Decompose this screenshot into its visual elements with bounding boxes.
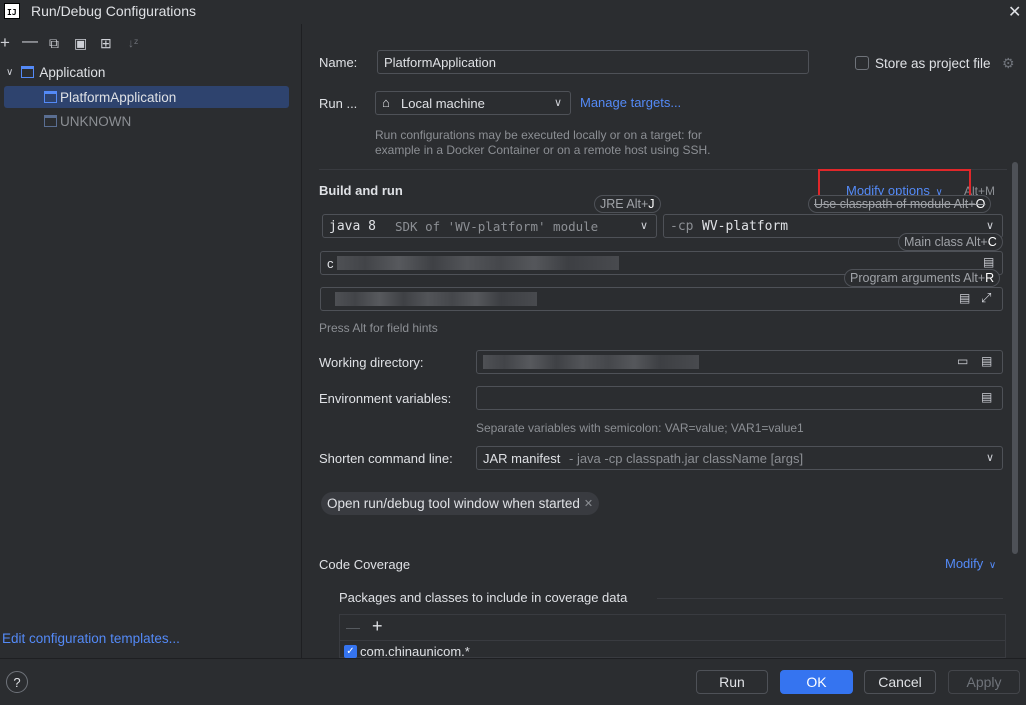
working-dir-label: Working directory: (319, 355, 424, 370)
run-button[interactable]: Run (696, 670, 768, 694)
shorten-value: JAR manifest (483, 451, 561, 466)
run-on-label: Run ... (319, 96, 358, 111)
program-args-hint: Program arguments Alt+R (844, 269, 1001, 287)
env-hint: Separate variables with semicolon: VAR=v… (476, 421, 804, 435)
run-config-icon (44, 91, 57, 103)
shorten-label: Shorten command line: (319, 451, 453, 466)
redacted-text (337, 256, 619, 270)
intellij-logo-icon: IJ (4, 3, 20, 19)
window-title: Run/Debug Configurations (31, 3, 196, 19)
remove-icon[interactable]: — (22, 34, 38, 50)
apply-button[interactable]: Apply (948, 670, 1020, 694)
package-item: com.chinaunicom.* (360, 644, 470, 659)
scrollbar[interactable] (1012, 162, 1018, 554)
run-on-value: Local machine (401, 96, 485, 111)
manage-targets-link[interactable]: Manage targets... (580, 95, 681, 110)
open-tool-window-chip[interactable]: Open run/debug tool window when started … (321, 492, 600, 515)
shorten-dropdown[interactable]: JAR manifest - java -cp classpath.jar cl… (476, 446, 1003, 470)
tree-item-label: UNKNOWN (60, 113, 132, 129)
coverage-title: Code Coverage (319, 557, 411, 572)
table-divider (340, 640, 1005, 641)
tree-item-platformapplication[interactable]: PlatformApplication (44, 86, 284, 108)
tree-group-application[interactable]: ∨ Application (0, 61, 302, 83)
chevron-down-icon: ∨ (985, 452, 994, 464)
folder-icon[interactable]: ▭ (957, 354, 968, 368)
run-on-hint-line1: Run configurations may be executed local… (375, 128, 702, 142)
packages-title: Packages and classes to include in cover… (339, 590, 628, 605)
add-icon[interactable]: + (372, 616, 383, 637)
env-input[interactable]: ▤ (476, 386, 1003, 410)
jre-hint: JRE Alt+J (594, 195, 661, 213)
cancel-button[interactable]: Cancel (864, 670, 936, 694)
expand-text-icon[interactable]: ▤ (959, 291, 970, 305)
chevron-down-icon: ∨ (988, 560, 997, 571)
name-label: Name: (319, 55, 358, 70)
coverage-modify-link[interactable]: Modify ∨ (945, 556, 996, 571)
save-icon[interactable]: ▣ (74, 36, 87, 50)
close-icon[interactable]: ✕ (1008, 2, 1021, 22)
macros-icon[interactable]: ▤ (981, 354, 992, 368)
package-checkbox[interactable]: ✓ (344, 645, 357, 658)
help-icon[interactable]: ? (6, 671, 28, 693)
ok-button[interactable]: OK (780, 670, 853, 694)
edit-templates-link[interactable]: Edit configuration templates... (2, 631, 180, 646)
run-config-icon (44, 115, 57, 127)
classpath-hint: Use classpath of module Alt+O (808, 195, 992, 213)
redacted-text (335, 292, 537, 306)
store-project-label: Store as project file (875, 56, 991, 71)
close-icon[interactable]: ✕ (584, 497, 593, 510)
main-class-value: c (327, 256, 334, 271)
tree-item-label: PlatformApplication (60, 89, 177, 105)
title-bar: IJ Run/Debug Configurations ✕ (0, 0, 1026, 24)
name-input[interactable]: PlatformApplication (377, 50, 809, 74)
application-icon (21, 66, 35, 78)
run-on-dropdown[interactable]: ⌂ Local machine ∨ (375, 91, 571, 115)
chevron-down-icon: ∨ (985, 220, 994, 232)
cp-value: WV-platform (702, 219, 789, 234)
packages-table: — + ✓ com.chinaunicom.* (339, 614, 1006, 659)
chip-label: Open run/debug tool window when started (327, 496, 580, 511)
name-input-value: PlatformApplication (384, 55, 496, 70)
new-folder-icon[interactable]: ⊞ (100, 36, 112, 50)
sort-icon: ↓ᶻ (128, 36, 139, 50)
jre-detail: SDK of 'WV-platform' module (395, 219, 599, 234)
run-on-hint-line2: example in a Docker Container or on a re… (375, 143, 711, 157)
configurations-panel: + — ⧉ ▣ ⊞ ↓ᶻ ∨ Application PlatformAppli… (0, 24, 302, 658)
tree-item-unknown[interactable]: UNKNOWN (44, 110, 284, 132)
redacted-text (483, 355, 699, 369)
field-hint-text: Press Alt for field hints (319, 321, 438, 335)
env-label: Environment variables: (319, 391, 452, 406)
build-run-title: Build and run (319, 183, 403, 198)
jre-value: java 8 (329, 219, 376, 234)
edit-env-icon[interactable]: ▤ (981, 390, 992, 404)
working-dir-input[interactable]: ▭ ▤ (476, 350, 1003, 374)
gear-icon[interactable]: ⚙ (1002, 55, 1015, 72)
add-icon[interactable]: + (0, 34, 10, 51)
maximize-icon[interactable]: ⤢ (981, 290, 991, 306)
main-class-hint: Main class Alt+C (898, 233, 1003, 251)
browse-icon[interactable]: ▤ (983, 255, 994, 269)
chevron-down-icon: ∨ (553, 97, 562, 109)
chevron-down-icon: ∨ (639, 220, 648, 232)
shorten-detail: - java -cp classpath.jar className [args… (569, 451, 804, 466)
section-divider (657, 598, 1003, 599)
remove-icon: — (346, 619, 360, 635)
program-args-input[interactable]: ▤ ⤢ (320, 287, 1003, 311)
home-icon: ⌂ (382, 95, 390, 110)
jre-dropdown[interactable]: java 8 SDK of 'WV-platform' module ∨ (322, 214, 657, 238)
chevron-down-icon[interactable]: ∨ (6, 67, 13, 78)
store-project-checkbox[interactable] (855, 56, 869, 70)
coverage-modify-label: Modify (945, 556, 984, 571)
cp-prefix: -cp (670, 219, 694, 234)
tree-group-label: Application (39, 64, 106, 80)
copy-icon[interactable]: ⧉ (49, 36, 59, 50)
